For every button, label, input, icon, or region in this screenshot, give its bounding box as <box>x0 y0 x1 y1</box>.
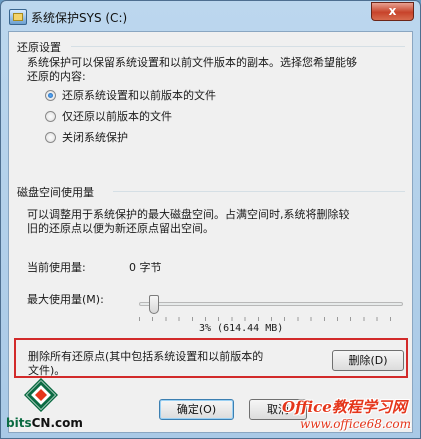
slider-ticks <box>139 317 403 321</box>
radio-restore-files-only[interactable]: 仅还原以前版本的文件 <box>45 109 172 123</box>
current-usage-label: 当前使用量: <box>27 261 86 274</box>
max-usage-label: 最大使用量(M): <box>27 293 104 306</box>
delete-description: 删除所有还原点(其中包括系统设置和以前版本的 文件)。 <box>28 350 264 377</box>
radio-turn-off-protection[interactable]: 关闭系统保护 <box>45 130 128 144</box>
bitscn-text: bitsCN.com <box>6 416 83 430</box>
current-usage-value: 0 字节 <box>129 261 162 274</box>
max-usage-percent: 3% (614.44 MB) <box>199 323 284 334</box>
office68-title: Office教程学习网 <box>282 398 407 416</box>
dialog-body: 还原设置 系统保护可以保留系统设置和以前文件版本的副本。选择您希望能够 还原的内… <box>8 31 413 433</box>
close-button[interactable]: x <box>371 2 414 21</box>
restore-settings-heading: 还原设置 <box>17 41 61 54</box>
delete-button[interactable]: 删除(D) <box>332 350 404 371</box>
radio-label: 关闭系统保护 <box>62 131 128 144</box>
ok-button[interactable]: 确定(O) <box>159 399 234 420</box>
radio-restore-all[interactable]: 还原系统设置和以前版本的文件 <box>45 88 216 102</box>
radio-label: 仅还原以前版本的文件 <box>62 110 172 123</box>
delete-restore-points-box: 删除所有还原点(其中包括系统设置和以前版本的 文件)。 删除(D) <box>14 338 408 378</box>
section-divider <box>113 191 405 192</box>
section-divider <box>71 46 405 47</box>
radio-button[interactable] <box>45 110 56 122</box>
title-bar[interactable]: 系统保护SYS (C:) x <box>1 1 420 31</box>
restore-description: 系统保护可以保留系统设置和以前文件版本的副本。选择您希望能够 还原的内容: <box>27 56 357 83</box>
office68-url: www.office68.com <box>300 417 411 431</box>
system-protection-icon <box>9 9 27 25</box>
radio-label: 还原系统设置和以前版本的文件 <box>62 89 216 102</box>
disk-usage-description: 可以调整用于系统保护的最大磁盘空间。占满空间时,系统将删除较 旧的还原点以便为新… <box>27 208 350 235</box>
radio-button-checked[interactable] <box>45 89 56 101</box>
bitscn-logo-icon <box>24 378 58 412</box>
radio-button[interactable] <box>45 131 56 143</box>
slider-thumb[interactable] <box>148 295 159 314</box>
dialog-window: 系统保护SYS (C:) x 还原设置 系统保护可以保留系统设置和以前文件版本的… <box>0 0 421 439</box>
window-title: 系统保护SYS (C:) <box>31 11 128 25</box>
disk-usage-heading: 磁盘空间使用量 <box>17 186 94 199</box>
max-usage-slider[interactable] <box>139 295 403 314</box>
office68-watermark: Office教程学习网 www.office68.com <box>282 396 421 436</box>
bitscn-watermark: bitsCN.com <box>6 378 86 434</box>
